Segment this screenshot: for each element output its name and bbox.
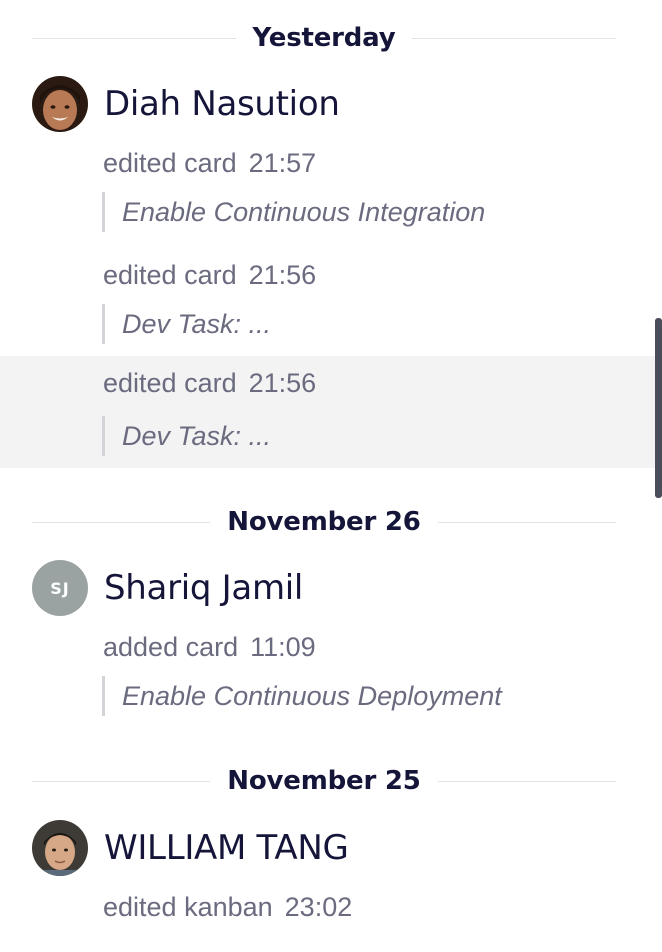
action-time: 11:09 (250, 632, 316, 662)
user-header: Diah Nasution (32, 76, 340, 132)
avatar[interactable] (32, 76, 88, 132)
action-text: edited card (103, 260, 237, 290)
user-header: WILLIAM TANG (32, 820, 349, 876)
divider (32, 521, 211, 523)
card-title-quote[interactable]: Enable Continuous Deployment (102, 676, 502, 716)
divider (412, 37, 617, 39)
user-header: SJ Shariq Jamil (32, 560, 303, 616)
avatar-photo-icon (32, 76, 88, 132)
activity-item[interactable]: edited card 21:57 Enable Continuous Integ… (0, 140, 655, 252)
activity-action-line: edited card 21:56 (103, 260, 316, 291)
avatar-initials[interactable]: SJ (32, 560, 88, 616)
action-text: edited kanban (103, 892, 273, 922)
action-time: 21:56 (248, 260, 317, 290)
avatar[interactable] (32, 820, 88, 876)
action-text: edited card (103, 148, 237, 178)
activity-feed: Yesterday Diah Nasution edited card 21:57… (0, 0, 662, 952)
avatar-photo-icon (32, 820, 88, 876)
card-title-quote[interactable]: Dev Task: ... (102, 304, 271, 344)
user-name[interactable]: Shariq Jamil (104, 568, 303, 608)
divider (437, 521, 616, 523)
action-time: 21:57 (248, 148, 317, 178)
action-text: added card (103, 632, 239, 662)
date-separator: November 26 (32, 502, 616, 542)
activity-action-line: edited card 21:56 (103, 368, 316, 399)
activity-action-line: edited card 21:57 (103, 148, 316, 179)
date-label: November 26 (227, 507, 421, 537)
user-name[interactable]: WILLIAM TANG (104, 828, 349, 868)
activity-item[interactable]: edited card 21:56 Dev Task: ... (0, 252, 655, 364)
user-name[interactable]: Diah Nasution (104, 84, 340, 124)
action-text: edited card (103, 368, 237, 398)
date-label: November 25 (227, 766, 421, 796)
activity-item[interactable]: edited kanban 23:02 (0, 884, 655, 952)
date-separator: November 25 (32, 761, 616, 801)
card-title-quote[interactable]: Dev Task: ... (102, 416, 271, 456)
divider (32, 780, 211, 782)
divider (437, 780, 616, 782)
scrollbar-thumb[interactable] (655, 318, 662, 498)
date-separator: Yesterday (32, 18, 617, 58)
activity-item[interactable]: added card 11:09 Enable Continuous Deploy… (0, 624, 655, 736)
card-title-quote[interactable]: Enable Continuous Integration (102, 192, 485, 232)
divider (32, 37, 236, 39)
action-time: 21:56 (248, 368, 317, 398)
activity-action-line: edited kanban 23:02 (103, 892, 352, 923)
activity-item-hovered[interactable]: edited card 21:56 Dev Task: ... (0, 356, 655, 468)
date-label: Yesterday (252, 23, 396, 53)
activity-action-line: added card 11:09 (103, 632, 316, 663)
action-time: 23:02 (284, 892, 353, 922)
